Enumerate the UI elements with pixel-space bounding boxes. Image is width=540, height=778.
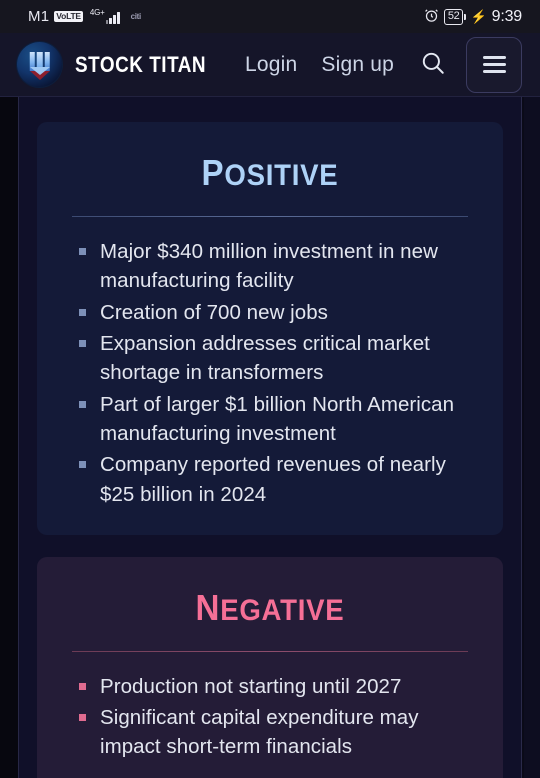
negative-card: NEGATIVE Production not starting until 2… — [37, 556, 503, 778]
network-type-label: 4G+ — [89, 8, 105, 17]
positive-divider — [72, 216, 468, 217]
network-indicator: 4G+ — [90, 9, 120, 24]
hamburger-menu-button[interactable] — [466, 36, 522, 93]
negative-title-cap: N — [195, 586, 221, 628]
signal-bars-icon — [105, 12, 120, 24]
list-item: Major $340 million investment in new man… — [77, 237, 467, 296]
left-gutter — [0, 33, 18, 778]
positive-card: POSITIVE Major $340 million investment i… — [37, 122, 503, 535]
header-nav: Login Sign up — [245, 36, 540, 93]
search-button[interactable] — [418, 50, 448, 80]
list-item: Significant capital expenditure may impa… — [77, 703, 467, 762]
hamburger-menu-icon — [482, 56, 506, 59]
positive-title-cap: P — [201, 152, 225, 193]
battery-level-label: 52 — [443, 8, 464, 25]
battery-cap — [464, 13, 467, 20]
charging-bolt-icon: ⚡ — [470, 8, 487, 24]
brand[interactable]: STOCK TITAN — [17, 42, 227, 87]
carrier-label: M1 — [28, 8, 50, 25]
list-item: Company reported revenues of nearly $25 … — [77, 450, 467, 509]
list-item: Expansion addresses critical market shor… — [77, 329, 467, 388]
citi-icon: citi — [130, 11, 142, 21]
battery-indicator: 52 — [443, 8, 467, 25]
stock-titan-logo-icon — [17, 42, 62, 87]
negative-divider — [72, 650, 468, 652]
clock-label: 9:39 — [491, 7, 523, 25]
list-item: Creation of 700 new jobs — [77, 298, 467, 327]
positive-card-title: POSITIVE — [56, 152, 485, 194]
right-gutter — [524, 33, 540, 778]
negative-points-list: Production not starting until 2027 Signi… — [77, 672, 467, 762]
list-item: Production not starting until 2027 — [77, 672, 467, 701]
phone-screen: M1 VoLTE 4G+ citi 52 ⚡ 9:39 STOCK TITAN … — [0, 0, 540, 778]
positive-title-rest: OSITIVE — [224, 159, 339, 192]
right-edge-line — [521, 33, 522, 778]
volte-badge: VoLTE — [54, 11, 83, 22]
brand-name: STOCK TITAN — [75, 51, 207, 77]
status-bar-right: 52 ⚡ 9:39 — [424, 8, 522, 26]
list-item: Part of larger $1 billion North American… — [77, 390, 467, 449]
negative-title-rest: EGATIVE — [220, 593, 345, 627]
status-bar-left: M1 VoLTE 4G+ citi — [28, 8, 141, 25]
login-link[interactable]: Login — [245, 53, 297, 77]
signup-link[interactable]: Sign up — [321, 53, 394, 77]
status-bar: M1 VoLTE 4G+ citi 52 ⚡ 9:39 — [0, 0, 540, 33]
site-header: STOCK TITAN Login Sign up — [0, 33, 540, 97]
negative-card-title: NEGATIVE — [56, 587, 485, 629]
search-icon — [420, 50, 446, 79]
page-content: POSITIVE Major $340 million investment i… — [19, 97, 521, 778]
positive-points-list: Major $340 million investment in new man… — [77, 237, 467, 509]
alarm-clock-icon — [424, 8, 439, 26]
